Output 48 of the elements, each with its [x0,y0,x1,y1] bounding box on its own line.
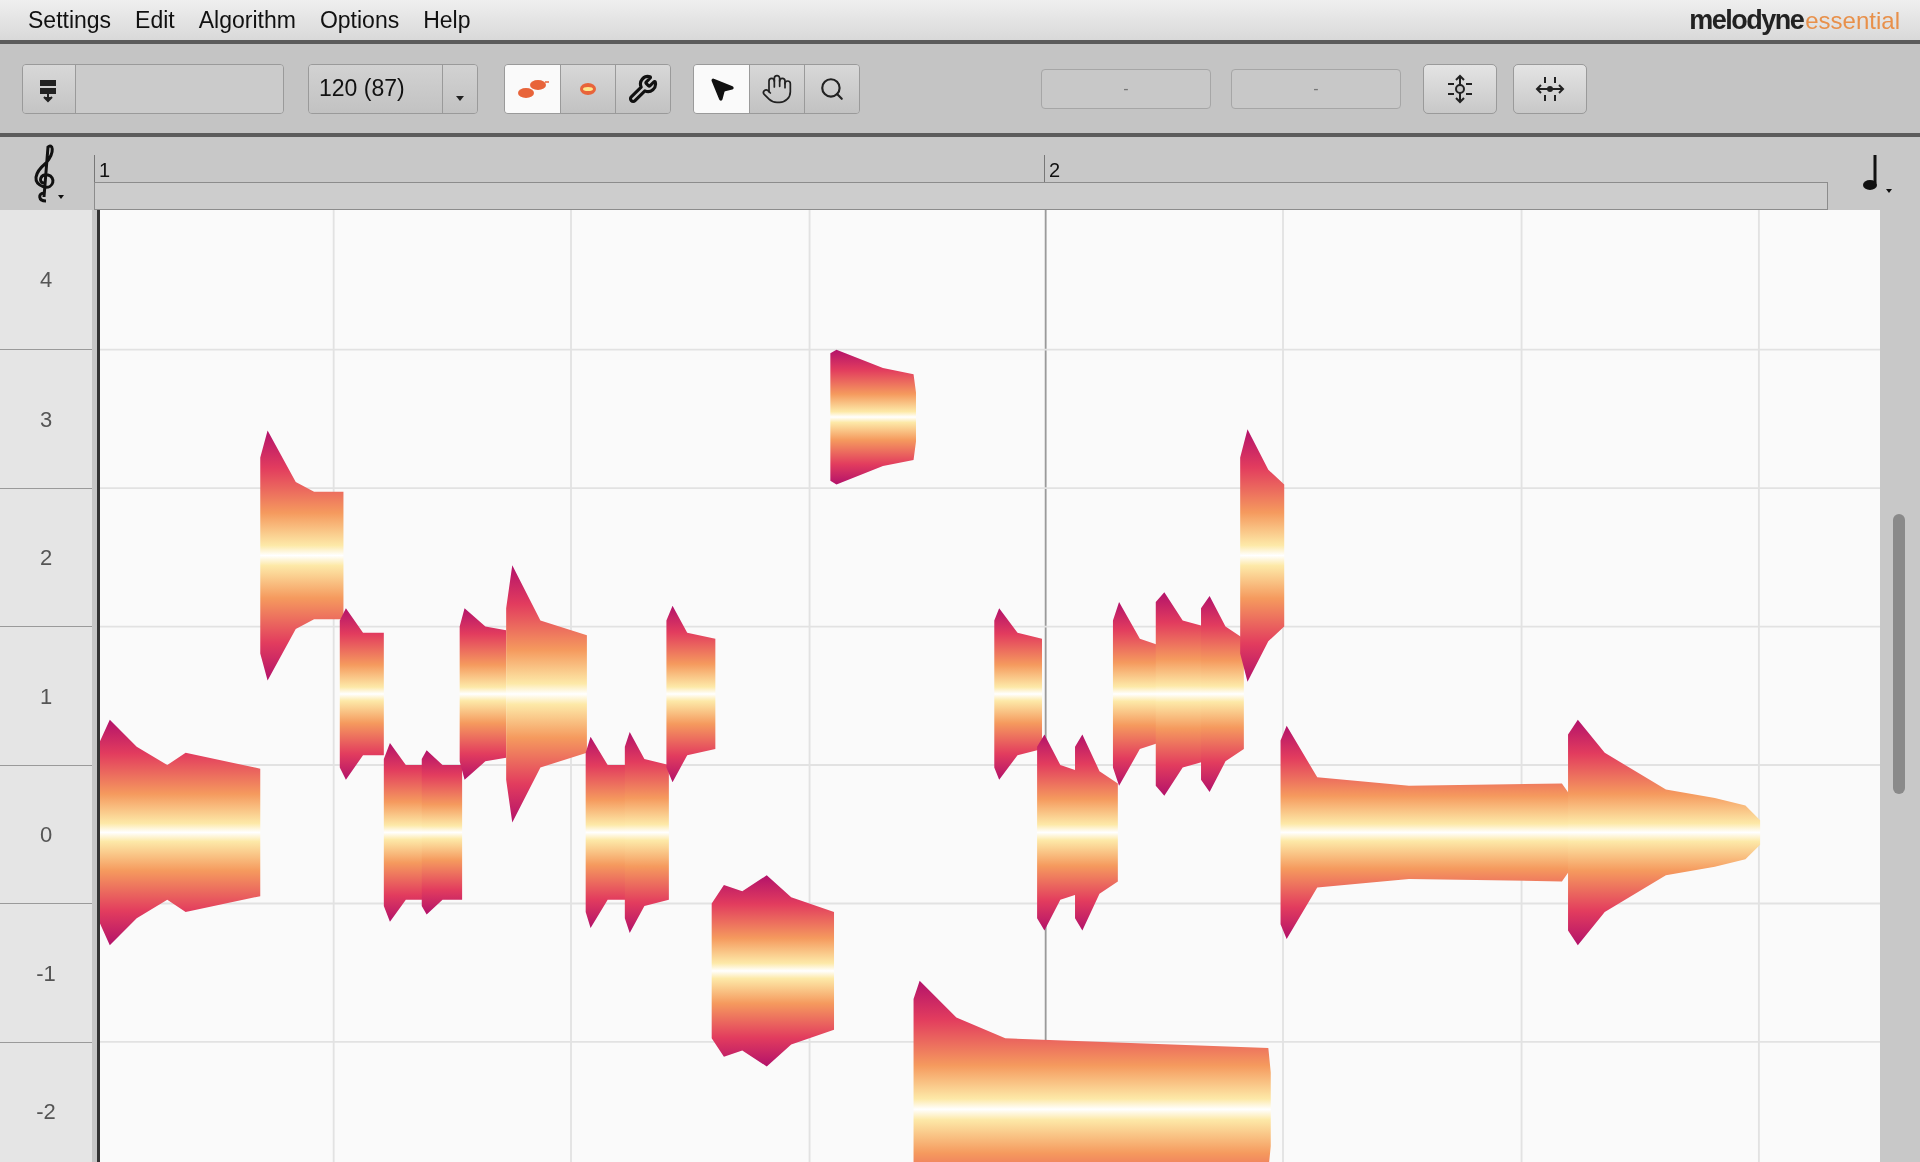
tool-button[interactable] [804,64,859,113]
pitch-label: -1 [36,959,56,988]
note-blob[interactable] [1240,429,1285,682]
note-blob[interactable] [666,605,716,783]
logo-wordmark: melodyne [1689,3,1804,37]
note-blob[interactable] [913,980,1271,1162]
note-blob[interactable] [1280,725,1571,939]
note-blob[interactable] [421,750,463,915]
menu-item[interactable]: Options [319,2,400,38]
pitch-label: -2 [36,1098,56,1126]
note-blob[interactable] [339,608,384,780]
note-blob[interactable] [994,608,1042,780]
tool-button[interactable] [615,64,670,113]
pitch-label: 0 [39,821,53,849]
note-blob[interactable] [830,349,916,485]
menu-item[interactable]: Edit [135,2,175,38]
pitch-label: 2 [39,544,53,572]
wrench-icon [628,73,658,104]
logo-edition: essential [1805,5,1900,36]
note-blob[interactable] [1201,595,1244,792]
note-blob[interactable] [506,565,587,823]
time-center-button[interactable] [1513,63,1587,114]
menu-item[interactable]: Help [423,2,471,38]
pitch-label: 4 [39,266,53,294]
caret-icon [456,95,464,101]
menu-item[interactable]: Algorithm [198,2,296,38]
pitch-label: 1 [39,682,53,711]
note-blob[interactable] [100,719,261,946]
menu-item[interactable]: Settings [28,2,112,38]
note-blob[interactable] [459,608,507,780]
search-icon [819,75,845,102]
pitch-center-button[interactable] [1423,63,1497,114]
pitch-label: 3 [39,405,53,434]
note-blob[interactable] [585,736,627,928]
hand-icon [761,72,793,105]
note-blob[interactable] [1112,602,1159,786]
note-blob[interactable] [260,430,344,681]
note-blob[interactable] [383,742,425,922]
note-blob[interactable] [624,731,669,933]
tempo-field[interactable]: 120 (87) [309,64,442,113]
note-blob[interactable] [1568,719,1761,946]
note-blob-icon [578,81,598,96]
tool-button[interactable] [749,64,804,113]
note-blob[interactable] [711,875,834,1067]
scrollbar-thumb[interactable] [1893,514,1905,794]
note-blob[interactable] [1075,734,1118,931]
tool-button[interactable] [694,64,749,113]
vertical-center-icon [1445,73,1475,104]
